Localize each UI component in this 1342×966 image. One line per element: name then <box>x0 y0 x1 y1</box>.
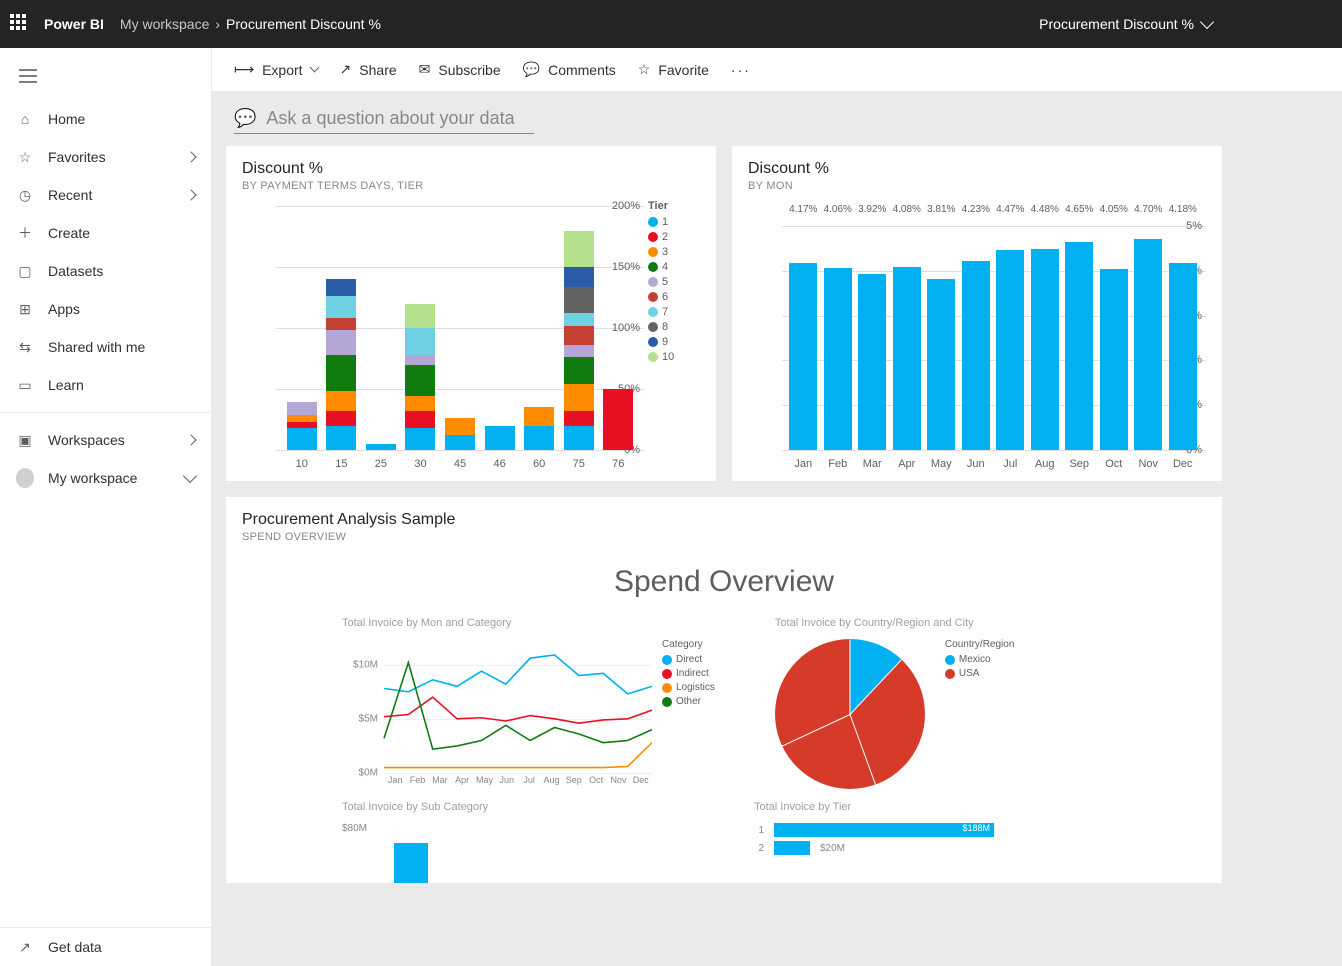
stacked-bar-chart: 0%50%100%150%200%101525304546607576 <box>242 200 644 470</box>
share-icon: ↗ <box>340 61 352 78</box>
chevron-right-icon <box>185 151 196 162</box>
home-icon: ⌂ <box>16 111 34 127</box>
report-dropdown-label: Procurement Discount % <box>1039 16 1194 32</box>
collapse-nav-button[interactable] <box>8 56 48 96</box>
tile-discount-by-terms[interactable]: Discount % BY PAYMENT TERMS DAYS, TIER 0… <box>226 146 716 481</box>
tile-title: Discount % <box>242 160 700 178</box>
breadcrumb-sep: › <box>215 16 220 32</box>
chevron-right-icon <box>185 189 196 200</box>
nav-create[interactable]: ＋Create <box>0 214 211 252</box>
nav-home[interactable]: ⌂Home <box>0 100 211 138</box>
chevron-down-icon <box>1200 15 1214 29</box>
subscribe-button[interactable]: ✉Subscribe <box>419 61 501 78</box>
nav-learn[interactable]: ▭Learn <box>0 366 211 404</box>
tile-subtitle: BY PAYMENT TERMS DAYS, TIER <box>242 180 700 192</box>
tile-spend-overview[interactable]: Procurement Analysis Sample SPEND OVERVI… <box>226 497 1222 883</box>
nav-my-workspace[interactable]: My workspace <box>0 459 211 497</box>
dashboard-canvas: 💬 Ask a question about your data Discoun… <box>212 92 1342 966</box>
main-region: ⟼Export ↗Share ✉Subscribe 💬Comments ☆Fav… <box>212 48 1342 966</box>
nav-shared[interactable]: ⇆Shared with me <box>0 328 211 366</box>
learn-icon: ▭ <box>16 377 34 394</box>
qna-placeholder: Ask a question about your data <box>266 108 514 129</box>
nav-workspaces[interactable]: ▣Workspaces <box>0 421 211 459</box>
subchart-invoice-by-subcategory: Total Invoice by Sub Category $80M <box>342 801 694 883</box>
more-button[interactable]: ··· <box>731 62 751 78</box>
action-toolbar: ⟼Export ↗Share ✉Subscribe 💬Comments ☆Fav… <box>212 48 1342 92</box>
report-dropdown[interactable]: Procurement Discount % <box>1039 16 1212 32</box>
export-button[interactable]: ⟼Export <box>234 61 318 78</box>
tile-discount-by-month[interactable]: Discount % BY MON 0%1%2%3%4%5%4.17%4.06%… <box>732 146 1222 481</box>
chart-legend: Country/RegionMexicoUSA <box>945 639 1014 789</box>
star-icon: ☆ <box>16 149 34 166</box>
clock-icon: ◷ <box>16 187 34 204</box>
nav-get-data[interactable]: ↗Get data <box>0 928 211 966</box>
section-heading: Spend Overview <box>242 565 1206 599</box>
comment-icon: 💬 <box>523 61 540 78</box>
dataset-icon: ▢ <box>16 263 34 280</box>
pie-chart <box>775 639 925 789</box>
subchart-invoice-by-tier: Total Invoice by Tier 1$188M 2$20M <box>754 801 1106 883</box>
mail-icon: ✉ <box>419 61 431 78</box>
breadcrumb-report[interactable]: Procurement Discount % <box>226 16 381 32</box>
comments-button[interactable]: 💬Comments <box>523 61 616 78</box>
qna-input[interactable]: 💬 Ask a question about your data <box>234 106 534 134</box>
nav-sidebar: ⌂Home ☆Favorites ◷Recent ＋Create ▢Datase… <box>0 48 212 966</box>
breadcrumb-workspace[interactable]: My workspace <box>120 16 209 32</box>
avatar-icon <box>16 468 34 488</box>
nav-datasets[interactable]: ▢Datasets <box>0 252 211 290</box>
tile-subtitle: BY MON <box>748 180 1206 192</box>
shared-icon: ⇆ <box>16 339 34 356</box>
global-header: Power BI My workspace › Procurement Disc… <box>0 0 1342 48</box>
tile-title: Discount % <box>748 160 1206 178</box>
subchart-invoice-by-country: Total Invoice by Country/Region and City… <box>775 617 1014 789</box>
bar-chart: 0%1%2%3%4%5%4.17%4.06%3.92%4.08%3.81%4.2… <box>748 200 1206 470</box>
tile-title: Procurement Analysis Sample <box>242 511 1206 529</box>
chevron-down-icon <box>183 469 197 483</box>
favorite-button[interactable]: ☆Favorite <box>638 61 709 78</box>
line-chart: $0M$5M$10MJanFebMarAprMayJunJulAugSepOct… <box>342 639 652 789</box>
nav-apps[interactable]: ⊞Apps <box>0 290 211 328</box>
star-icon: ☆ <box>638 61 651 78</box>
subchart-invoice-by-mon-category: Total Invoice by Mon and Category $0M$5M… <box>342 617 715 789</box>
nav-recent[interactable]: ◷Recent <box>0 176 211 214</box>
chart-legend: Tier12345678910 <box>644 200 700 470</box>
brand: Power BI <box>44 16 104 32</box>
chevron-down-icon <box>309 63 319 73</box>
apps-icon: ⊞ <box>16 301 34 318</box>
tile-subtitle: SPEND OVERVIEW <box>242 531 1206 543</box>
chat-icon: 💬 <box>234 108 256 129</box>
chart-legend: CategoryDirectIndirectLogisticsOther <box>662 639 715 789</box>
get-data-icon: ↗ <box>16 939 34 956</box>
share-button[interactable]: ↗Share <box>340 61 397 78</box>
export-icon: ⟼ <box>234 61 254 78</box>
bar <box>394 843 428 883</box>
workspaces-icon: ▣ <box>16 432 34 449</box>
plus-icon: ＋ <box>16 223 34 243</box>
app-launcher-icon[interactable] <box>10 14 30 34</box>
chevron-right-icon <box>185 434 196 445</box>
nav-favorites[interactable]: ☆Favorites <box>0 138 211 176</box>
